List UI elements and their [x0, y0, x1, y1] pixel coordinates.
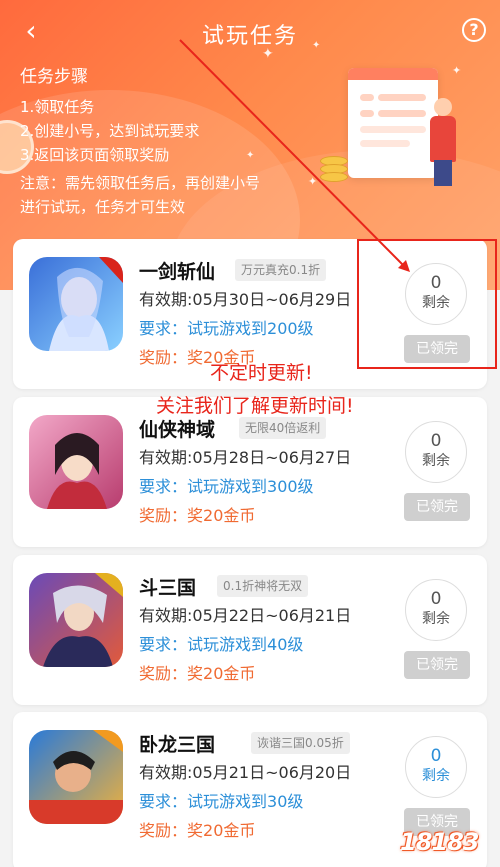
page-title: 试玩任务 [201, 24, 298, 49]
validity-text: 有效期:05月21日~06月20日 [139, 763, 352, 782]
requirement-label: 要求： [139, 319, 188, 338]
game-tag: 诙谐三国0.05折 [251, 732, 350, 754]
validity-text: 有效期:05月28日~06月27日 [139, 448, 352, 467]
game-icon[interactable] [29, 573, 123, 667]
requirement-text: 试玩游戏到200级 [187, 319, 314, 338]
game-name: 斗三国 [139, 577, 197, 599]
step-item: 3.返回该页面领取奖励 [20, 146, 170, 164]
clipboard-icon [348, 68, 438, 178]
reward-label: 奖励： [139, 348, 188, 367]
person-icon [434, 98, 452, 116]
watermark-logo: 18183 [392, 826, 492, 862]
reward-row: 奖励：奖20金币 [139, 663, 255, 685]
task-card: 仙侠神域 无限40倍返利 有效期:05月28日~06月27日 要求：试玩游戏到3… [13, 397, 487, 547]
game-tag: 无限40倍返利 [239, 417, 327, 439]
game-name: 一剑斩仙 [139, 261, 216, 283]
coins-icon [320, 156, 360, 186]
remaining-badge: 0 剩余 [405, 579, 467, 641]
requirement-row: 要求：试玩游戏到300级 [139, 476, 314, 498]
game-icon[interactable] [29, 257, 123, 351]
game-name: 仙侠神域 [139, 419, 216, 441]
reward-label: 奖励： [139, 506, 188, 525]
help-button[interactable]: ? [462, 18, 486, 42]
reward-text: 奖20金币 [187, 821, 256, 840]
steps-note-line: 进行试玩，任务才可生效 [20, 198, 186, 216]
remaining-count: 0 [430, 746, 442, 766]
remaining-count: 0 [430, 431, 442, 451]
annotation-text: 不定时更新! [210, 362, 313, 384]
validity-text: 有效期:05月30日~06月29日 [139, 290, 352, 309]
requirement-text: 试玩游戏到30级 [187, 792, 304, 811]
remaining-label: 剩余 [422, 611, 450, 627]
requirement-row: 要求：试玩游戏到200级 [139, 318, 314, 340]
requirement-label: 要求： [139, 477, 188, 496]
reward-text: 奖20金币 [187, 506, 256, 525]
reward-label: 奖励： [139, 821, 188, 840]
requirement-label: 要求： [139, 792, 188, 811]
step-item: 2.创建小号，达到试玩要求 [20, 122, 200, 140]
steps-note-line: 注意：需先领取任务后，再创建小号 [20, 174, 261, 192]
task-board-illustration [320, 60, 490, 200]
requirement-label: 要求： [139, 635, 188, 654]
reward-row: 奖励：奖20金币 [139, 505, 255, 527]
validity-text: 有效期:05月22日~06月21日 [139, 606, 352, 625]
requirement-row: 要求：试玩游戏到30级 [139, 791, 303, 813]
watermark-text: 18183 [400, 828, 479, 856]
game-tag: 0.1折神将无双 [217, 575, 309, 597]
annotation-text: 关注我们了解更新时间! [156, 395, 354, 417]
remaining-label: 剩余 [422, 768, 450, 784]
task-card: 斗三国 0.1折神将无双 有效期:05月22日~06月21日 要求：试玩游戏到4… [13, 555, 487, 705]
game-icon[interactable] [29, 415, 123, 509]
remaining-badge: 0 剩余 [405, 736, 467, 798]
remaining-count: 0 [430, 589, 442, 609]
step-item: 1.领取任务 [20, 98, 95, 116]
remaining-label: 剩余 [422, 453, 450, 469]
steps-title: 任务步骤 [20, 67, 88, 87]
claimed-button[interactable]: 已领完 [404, 493, 470, 521]
question-icon: ? [469, 20, 479, 39]
requirement-text: 试玩游戏到300级 [187, 477, 314, 496]
reward-label: 奖励： [139, 664, 188, 683]
steps-note: 注意：需先领取任务后，再创建小号 进行试玩，任务才可生效 [20, 171, 320, 219]
reward-text: 奖20金币 [187, 664, 256, 683]
annotation-highlight-box [357, 239, 497, 369]
requirement-text: 试玩游戏到40级 [187, 635, 304, 654]
game-icon[interactable] [29, 730, 123, 824]
remaining-badge: 0 剩余 [405, 421, 467, 483]
requirement-row: 要求：试玩游戏到40级 [139, 634, 303, 656]
game-name: 卧龙三国 [139, 734, 216, 756]
reward-row: 奖励：奖20金币 [139, 820, 255, 842]
game-tag: 万元真充0.1折 [235, 259, 327, 281]
task-steps: 任务步骤 1.领取任务 2.创建小号，达到试玩要求 3.返回该页面领取奖励 注意… [20, 62, 320, 219]
claimed-button[interactable]: 已领完 [404, 651, 470, 679]
